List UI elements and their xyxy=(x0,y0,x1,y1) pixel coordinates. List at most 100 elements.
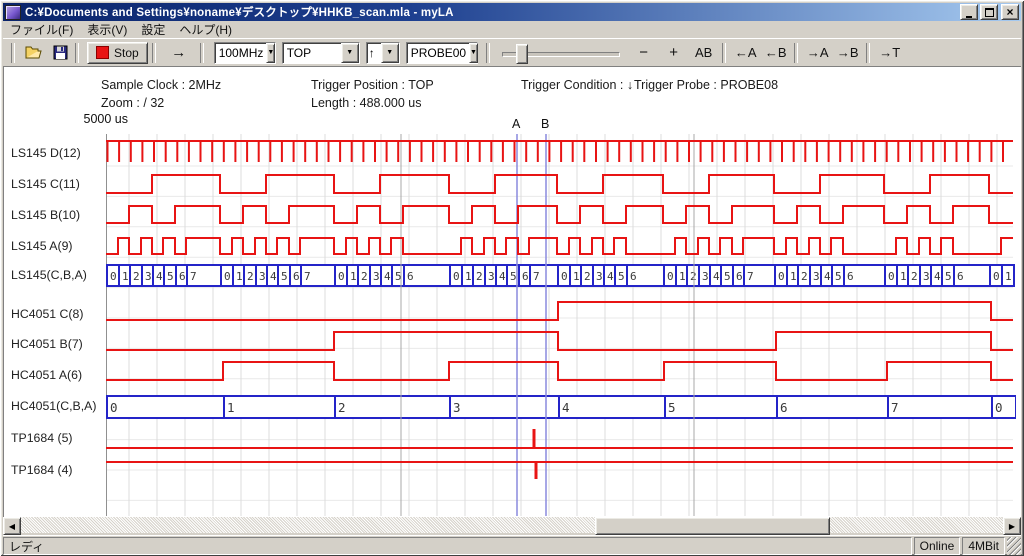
close-button[interactable]: × xyxy=(1001,4,1019,20)
svg-text:4: 4 xyxy=(270,270,277,283)
channel-label: LS145 D(12) xyxy=(11,146,81,160)
svg-text:6: 6 xyxy=(736,270,743,283)
chevron-down-icon[interactable]: ▼ xyxy=(266,43,275,63)
toolbar: Stop → 100MHz ▼ TOP ▼ ↑ ▼ PROBE00 ▼ − + … xyxy=(3,38,1021,66)
svg-text:5: 5 xyxy=(281,270,288,283)
toolbar-separator xyxy=(200,43,204,63)
app-window: C:¥Documents and Settings¥noname¥デスクトップ¥… xyxy=(0,0,1024,556)
zoom-slider[interactable] xyxy=(502,43,620,63)
svg-text:0: 0 xyxy=(453,270,460,283)
channel-label: HC4051 C(8) xyxy=(11,307,83,321)
ab-span-button[interactable]: AB xyxy=(690,43,718,63)
window-title: C:¥Documents and Settings¥noname¥デスクトップ¥… xyxy=(25,4,454,20)
svg-text:1: 1 xyxy=(236,270,243,283)
stop-button[interactable]: Stop xyxy=(87,42,148,64)
svg-text:2: 2 xyxy=(361,270,368,283)
svg-text:1: 1 xyxy=(1005,270,1012,283)
trigger-condition-info: Trigger Condition : ↓ xyxy=(521,78,633,92)
zoom-in-button[interactable]: + xyxy=(660,43,688,63)
svg-text:7: 7 xyxy=(190,270,197,283)
svg-text:0: 0 xyxy=(561,270,568,283)
svg-text:1: 1 xyxy=(227,400,235,415)
save-button[interactable] xyxy=(49,43,71,63)
zoom-slider-handle[interactable] xyxy=(516,44,528,64)
status-bar: レディ Online 4MBit xyxy=(3,535,1021,555)
maximize-button[interactable] xyxy=(980,4,998,20)
svg-text:3: 3 xyxy=(373,270,380,283)
length-info: Length : 488.000 us xyxy=(311,96,422,110)
trigger-probe-info: Trigger Probe : PROBE08 xyxy=(634,78,778,92)
channel-label: LS145 C(11) xyxy=(11,177,80,191)
toolbar-separator xyxy=(794,43,798,63)
waveform-plot[interactable]: 0123456701234567012345601234567012345601… xyxy=(106,134,1016,516)
svg-text:6: 6 xyxy=(780,400,788,415)
menu-help[interactable]: ヘルプ(H) xyxy=(172,20,239,39)
svg-text:4: 4 xyxy=(824,270,831,283)
toolbar-separator xyxy=(75,43,79,63)
svg-text:7: 7 xyxy=(891,400,899,415)
chevron-down-icon[interactable]: ▼ xyxy=(341,43,359,63)
scroll-left-icon[interactable]: ◀ xyxy=(3,517,21,535)
set-cursor-b-button[interactable]: →B xyxy=(834,43,862,63)
toolbar-separator xyxy=(722,43,726,63)
svg-text:5: 5 xyxy=(510,270,517,283)
svg-text:1: 1 xyxy=(900,270,907,283)
svg-text:1: 1 xyxy=(790,270,797,283)
minimize-icon xyxy=(966,7,972,18)
resize-grip[interactable] xyxy=(1007,537,1021,555)
svg-text:7: 7 xyxy=(533,270,540,283)
trigger-position-combo[interactable]: TOP ▼ xyxy=(282,42,360,64)
svg-text:7: 7 xyxy=(304,270,311,283)
goto-cursor-b-button[interactable]: ←B xyxy=(762,43,790,63)
svg-text:0: 0 xyxy=(778,270,785,283)
set-cursor-a-button[interactable]: →A xyxy=(804,43,832,63)
svg-text:4: 4 xyxy=(156,270,163,283)
minimize-button[interactable] xyxy=(960,4,978,20)
cursor-a-label[interactable]: A xyxy=(512,117,520,131)
svg-text:1: 1 xyxy=(122,270,129,283)
svg-text:2: 2 xyxy=(133,270,140,283)
open-folder-icon xyxy=(25,45,43,60)
menu-view[interactable]: 表示(V) xyxy=(80,20,134,39)
title-bar[interactable]: C:¥Documents and Settings¥noname¥デスクトップ¥… xyxy=(3,3,1021,21)
svg-text:2: 2 xyxy=(584,270,591,283)
trigger-position-info: Trigger Position : TOP xyxy=(311,78,434,92)
single-run-button[interactable]: → xyxy=(162,43,196,63)
cursor-b-label[interactable]: B xyxy=(541,117,549,131)
svg-text:0: 0 xyxy=(993,270,1000,283)
channel-label: TP1684 (5) xyxy=(11,431,73,445)
svg-text:3: 3 xyxy=(596,270,603,283)
scrollbar-thumb[interactable] xyxy=(595,517,830,535)
menu-file[interactable]: ファイル(F) xyxy=(3,20,80,39)
svg-text:4: 4 xyxy=(384,270,391,283)
goto-cursor-a-button[interactable]: ←A xyxy=(732,43,760,63)
trigger-probe-combo[interactable]: PROBE00 ▼ xyxy=(406,42,478,64)
goto-trigger-button[interactable]: →T xyxy=(876,43,904,63)
svg-text:5: 5 xyxy=(618,270,625,283)
channel-label: HC4051 B(7) xyxy=(11,337,83,351)
zoom-out-button[interactable]: − xyxy=(630,43,658,63)
sample-clock-value: 100MHz xyxy=(215,43,267,63)
svg-text:0: 0 xyxy=(110,400,118,415)
svg-text:0: 0 xyxy=(338,270,345,283)
horizontal-scrollbar[interactable]: ◀ ▶ xyxy=(3,517,1021,533)
svg-text:3: 3 xyxy=(453,400,461,415)
svg-text:6: 6 xyxy=(293,270,300,283)
svg-text:5: 5 xyxy=(724,270,731,283)
menu-bar: ファイル(F) 表示(V) 設定 ヘルプ(H) xyxy=(3,21,1021,38)
trigger-edge-combo[interactable]: ↑ ▼ xyxy=(366,42,400,64)
menu-settings[interactable]: 設定 xyxy=(134,20,172,39)
svg-text:2: 2 xyxy=(911,270,918,283)
chevron-down-icon[interactable]: ▼ xyxy=(469,43,478,63)
svg-text:3: 3 xyxy=(702,270,709,283)
open-button[interactable] xyxy=(23,43,45,63)
toolbar-separator xyxy=(866,43,870,63)
chevron-down-icon[interactable]: ▼ xyxy=(381,43,399,63)
sample-clock-combo[interactable]: 100MHz ▼ xyxy=(214,42,276,64)
scroll-right-icon[interactable]: ▶ xyxy=(1003,517,1021,535)
svg-text:2: 2 xyxy=(690,270,697,283)
svg-text:4: 4 xyxy=(607,270,614,283)
svg-text:2: 2 xyxy=(476,270,483,283)
channel-label: LS145(C,B,A) xyxy=(11,268,87,282)
svg-text:3: 3 xyxy=(923,270,930,283)
